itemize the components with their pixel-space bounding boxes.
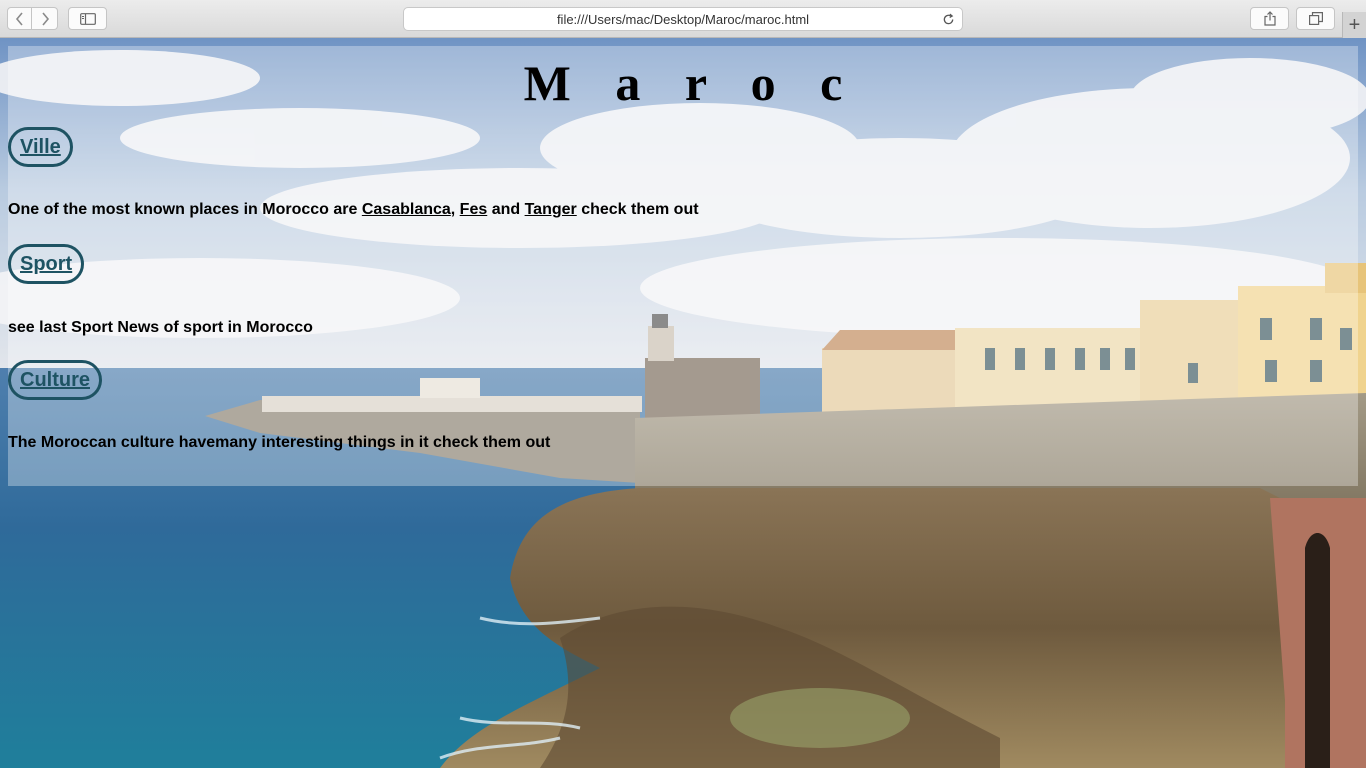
ville-separator-comma: , [450, 201, 460, 218]
chevron-left-icon [15, 11, 23, 26]
url-text[interactable]: file:///Users/mac/Desktop/Maroc/maroc.ht… [557, 12, 809, 27]
forward-button[interactable] [32, 7, 58, 30]
culture-heading-link[interactable]: Culture [8, 360, 102, 400]
content-panel: M a r o c Ville One of the most known pl… [8, 46, 1358, 486]
tabs-icon [1308, 12, 1323, 25]
chevron-right-icon [41, 11, 49, 26]
tanger-link[interactable]: Tanger [525, 201, 577, 218]
ville-paragraph: One of the most known places in Morocco … [8, 201, 699, 219]
browser-toolbar: file:///Users/mac/Desktop/Maroc/maroc.ht… [0, 0, 1366, 38]
show-tabs-button[interactable] [1296, 7, 1335, 30]
ville-separator-and: and [487, 201, 525, 218]
ville-text-before: One of the most known places in Morocco … [8, 201, 362, 218]
fes-link[interactable]: Fes [460, 201, 488, 218]
new-tab-button[interactable]: + [1342, 12, 1366, 38]
casablanca-link[interactable]: Casablanca [362, 201, 451, 218]
page-viewport: M a r o c Ville One of the most known pl… [0, 38, 1366, 768]
share-icon [1263, 11, 1276, 26]
culture-paragraph: The Moroccan culture havemany interestin… [8, 434, 551, 451]
sport-heading-link[interactable]: Sport [8, 244, 85, 284]
ville-heading-link[interactable]: Ville [8, 127, 73, 167]
ville-text-after: check them out [576, 201, 699, 218]
sidebar-icon [79, 12, 96, 25]
sidebar-toggle-button[interactable] [68, 7, 107, 30]
plus-icon: + [1348, 13, 1361, 36]
reload-icon[interactable] [940, 11, 956, 27]
address-bar[interactable]: file:///Users/mac/Desktop/Maroc/maroc.ht… [403, 7, 963, 31]
back-button[interactable] [7, 7, 32, 30]
page-title: M a r o c [523, 55, 859, 111]
share-button[interactable] [1250, 7, 1289, 30]
sport-paragraph: see last Sport News of sport in Morocco [8, 319, 313, 336]
